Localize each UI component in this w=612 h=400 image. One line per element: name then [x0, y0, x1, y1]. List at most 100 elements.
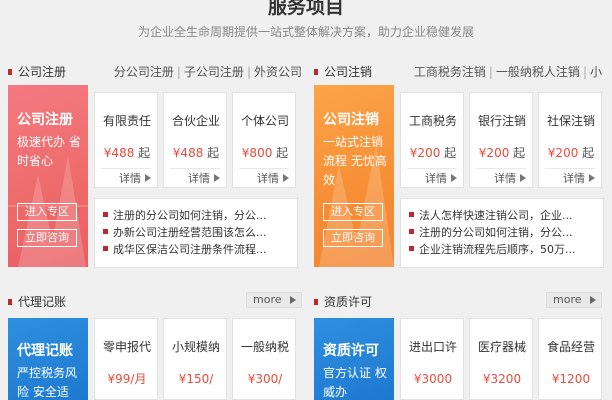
section-title[interactable]: 公司注册 [18, 64, 66, 80]
play-arrow-icon [520, 174, 526, 182]
banner-description: 官方认证 权威办 [323, 366, 387, 399]
service-price: ¥1200 [551, 372, 591, 386]
service-name: 社保注销 [546, 114, 595, 128]
service-name: 个体公司 [240, 114, 289, 128]
section-marker [8, 69, 12, 75]
card-divider [545, 168, 595, 169]
banner-description: 严控税务风险 安全适 [17, 366, 78, 399]
section-header: 公司注册 分公司注册 | 子公司注册 | 外资公司 [0, 64, 302, 84]
banner-title: 公司注销 [323, 112, 379, 128]
promo-banner[interactable]: 代理记账 严控税务风险 安全适 [8, 318, 88, 400]
news-list: 注册的分公司如何注销，分公... 办新公司注册经营范围该怎么... 成华区保洁公… [94, 198, 298, 268]
play-arrow-icon [451, 174, 457, 182]
section-header: 资质许可 more [306, 292, 604, 314]
card-divider [170, 168, 220, 169]
play-arrow-icon [290, 296, 296, 304]
service-name: 工商税务 [408, 114, 457, 128]
section-title[interactable]: 代理记账 [18, 294, 66, 310]
link-subsidiary-company[interactable]: 子公司注册 [184, 65, 244, 79]
service-price: ¥300/ [247, 372, 283, 386]
service-name: 进出口许 [408, 340, 457, 354]
enter-zone-button[interactable]: 进入专区 [323, 203, 383, 221]
banner-description: 极速代办 省时省心 [17, 135, 81, 168]
section-links: 工商税务注销 | 一般纳税人注销 | 小 [413, 65, 602, 79]
service-card[interactable]: 银行注销 ¥200 起 详情 [469, 92, 533, 188]
service-name: 银行注销 [477, 114, 526, 128]
enter-zone-button[interactable]: 进入专区 [17, 203, 77, 221]
bullet-icon [103, 212, 108, 217]
detail-link[interactable]: 详情 [563, 172, 595, 186]
service-card[interactable]: 食品经营 ¥1200 [538, 318, 602, 400]
service-card[interactable]: 工商税务 ¥200 起 详情 [400, 92, 464, 188]
news-item[interactable]: 注册的分公司如何注销，分公... [409, 226, 601, 239]
service-price: ¥3000 [413, 372, 453, 386]
detail-link[interactable]: 详情 [494, 172, 526, 186]
service-name: 合伙企业 [171, 114, 220, 128]
play-arrow-icon [283, 174, 289, 182]
service-name: 有限责任 [102, 114, 151, 128]
detail-link[interactable]: 详情 [119, 172, 151, 186]
bullet-icon [103, 246, 108, 251]
link-foreign-company[interactable]: 外资公司 [254, 65, 302, 79]
section-title[interactable]: 资质许可 [324, 294, 372, 310]
section-header: 代理记账 more [0, 292, 302, 314]
service-card[interactable]: 零申报代 ¥99/月 [94, 318, 158, 400]
promo-banner[interactable]: 公司注销 一站式注销 流程 无忧高效 进入专区 立即咨询 [314, 85, 394, 267]
service-price: ¥800 起 [241, 146, 289, 160]
news-item[interactable]: 注册的分公司如何注销，分公... [103, 209, 295, 222]
bullet-icon [409, 246, 414, 251]
banner-description: 一站式注销 流程 无忧高效 [323, 135, 387, 187]
promo-banner[interactable]: 公司注册 极速代办 省时省心 进入专区 立即咨询 [8, 85, 88, 267]
more-button[interactable]: more [546, 292, 602, 308]
consult-now-button[interactable]: 立即咨询 [17, 229, 77, 247]
service-price: ¥200 起 [478, 146, 526, 160]
bullet-icon [103, 229, 108, 234]
section-header: 公司注销 工商税务注销 | 一般纳税人注销 | 小 [306, 64, 604, 84]
service-card[interactable]: 医疗器械 ¥3200 [469, 318, 533, 400]
banner-title: 公司注册 [17, 112, 73, 128]
service-name: 小规模纳 [171, 340, 220, 354]
news-item[interactable]: 法人怎样快速注销公司，企业... [409, 209, 601, 222]
service-card[interactable]: 小规模纳 ¥150/ [163, 318, 227, 400]
news-list: 法人怎样快速注销公司，企业... 注册的分公司如何注销，分公... 企业注销流程… [400, 198, 604, 268]
link-branch-company[interactable]: 分公司注册 [114, 65, 174, 79]
bullet-icon [409, 229, 414, 234]
play-arrow-icon [590, 296, 596, 304]
section-qualification: 资质许可 more 资质许可 官方认证 权威办 进出口许 ¥3000 医疗器械 … [306, 292, 604, 400]
consult-now-button[interactable]: 立即咨询 [323, 229, 383, 247]
link-tax-deregistration[interactable]: 工商税务注销 [414, 65, 486, 79]
link-small-taxpayer[interactable]: 小 [590, 65, 602, 79]
section-title[interactable]: 公司注销 [324, 64, 372, 80]
detail-link[interactable]: 详情 [425, 172, 457, 186]
service-price: ¥200 起 [409, 146, 457, 160]
news-item[interactable]: 企业注销流程先后顺序，50万... [409, 243, 601, 256]
section-marker [8, 299, 12, 305]
section-company-deregistration: 公司注销 工商税务注销 | 一般纳税人注销 | 小 公司注销 一站式注销 流程 无忧高效… [306, 64, 604, 274]
card-divider [407, 168, 457, 169]
banner-title: 资质许可 [323, 343, 379, 359]
section-marker [314, 299, 318, 305]
news-item[interactable]: 办新公司注册经营范围该怎么... [103, 226, 295, 239]
detail-link[interactable]: 详情 [257, 172, 289, 186]
service-card[interactable]: 一般纳税 ¥300/ [232, 318, 296, 400]
promo-banner[interactable]: 资质许可 官方认证 权威办 [314, 318, 394, 400]
service-price: ¥488 起 [172, 146, 220, 160]
service-card[interactable]: 有限责任 ¥488 起 详情 [94, 92, 158, 188]
card-divider [101, 168, 151, 169]
more-button[interactable]: more [246, 292, 302, 308]
service-card[interactable]: 进出口许 ¥3000 [400, 318, 464, 400]
service-name: 零申报代 [102, 340, 151, 354]
service-name: 一般纳税 [240, 340, 289, 354]
service-price: ¥488 起 [103, 146, 151, 160]
news-item[interactable]: 成华区保洁公司注册条件流程... [103, 243, 295, 256]
link-general-taxpayer-deregistration[interactable]: 一般纳税人注销 [496, 65, 580, 79]
detail-link[interactable]: 详情 [188, 172, 220, 186]
card-divider [476, 168, 526, 169]
service-card[interactable]: 合伙企业 ¥488 起 详情 [163, 92, 227, 188]
service-name: 医疗器械 [477, 340, 526, 354]
service-price: ¥99/月 [107, 372, 147, 386]
play-arrow-icon [589, 174, 595, 182]
service-card[interactable]: 个体公司 ¥800 起 详情 [232, 92, 296, 188]
service-card[interactable]: 社保注销 ¥200 起 详情 [538, 92, 602, 188]
section-links: 分公司注册 | 子公司注册 | 外资公司 [113, 65, 302, 79]
